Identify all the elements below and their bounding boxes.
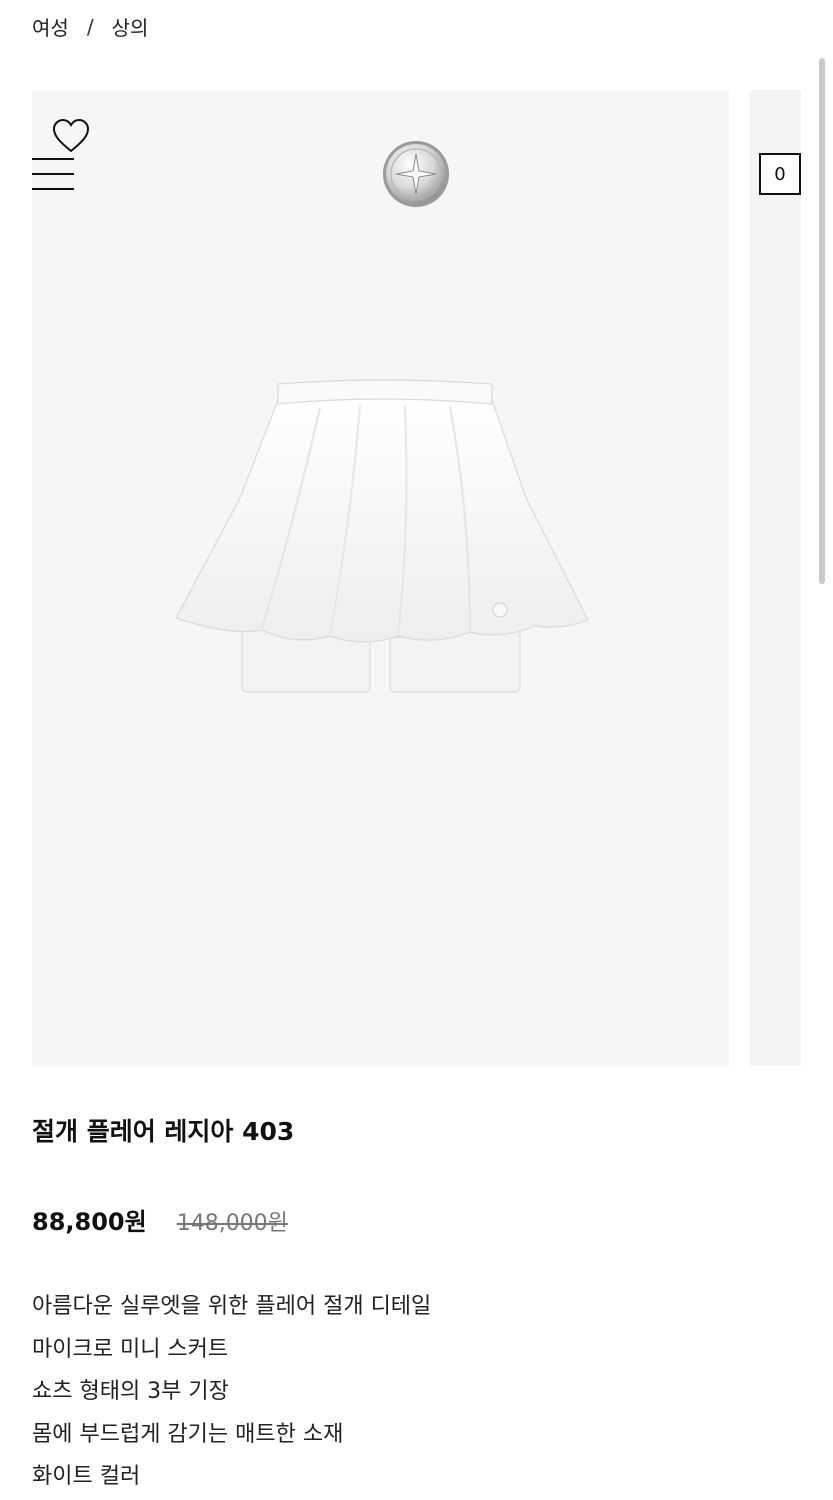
description-line: 아름다운 실루엣을 위한 플레어 절개 디테일 <box>32 1294 432 1319</box>
original-price: 148,000원 <box>176 1211 288 1236</box>
description-line: 마이크로 미니 스커트 <box>32 1336 229 1362</box>
product-description: 아름다운 실루엣을 위한 플레어 절개 디테일 마이크로 미니 스커트 쇼츠 형… <box>32 1286 431 1499</box>
price-block: 88,800원 148,000원 <box>32 1202 288 1237</box>
breadcrumb-separator: / <box>86 14 94 39</box>
cart-button[interactable]: 0 <box>759 153 801 195</box>
description-line: 화이트 컬러 <box>32 1464 141 1489</box>
product-image[interactable] <box>170 378 590 698</box>
heart-icon[interactable] <box>52 118 90 154</box>
next-image-preview[interactable] <box>750 90 801 1066</box>
scrollbar[interactable] <box>819 58 825 584</box>
breadcrumb-item-women[interactable]: 여성 <box>32 12 69 41</box>
brand-logo-icon[interactable] <box>382 140 450 208</box>
hamburger-menu-icon[interactable] <box>32 158 74 190</box>
cart-count: 0 <box>774 163 786 185</box>
sale-price: 88,800원 <box>32 1208 147 1236</box>
description-line: 몸에 부드럽게 감기는 매트한 소재 <box>32 1421 344 1447</box>
breadcrumb-item-tops[interactable]: 상의 <box>112 12 149 41</box>
description-line: 쇼츠 형태의 3부 기장 <box>32 1379 229 1404</box>
product-title: 절개 플레어 레지아 403 <box>32 1117 295 1146</box>
breadcrumb: 여성 / 상의 <box>32 12 148 41</box>
